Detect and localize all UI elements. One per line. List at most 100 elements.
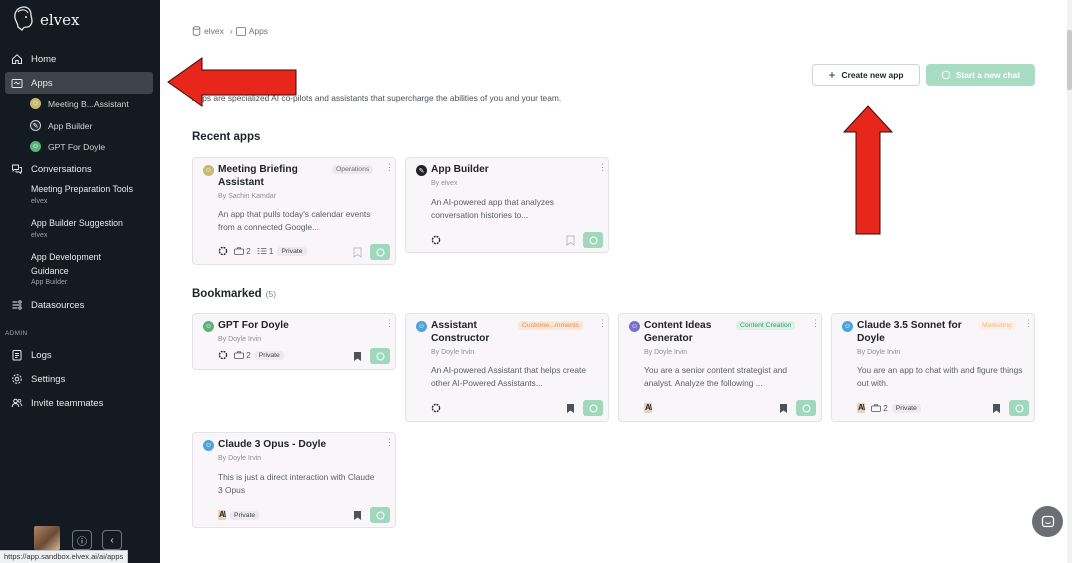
more-options-icon[interactable]: ⋮ [598,163,607,172]
chat-with-app-button[interactable] [583,400,603,416]
breadcrumb-root[interactable]: elvex [204,26,224,36]
create-new-app-label: Create new app [841,70,904,80]
conversation-item[interactable]: App Builder Suggestion elvex [31,217,155,241]
openai-icon [218,350,228,360]
app-card-author: By elvex [431,180,458,187]
more-options-icon[interactable]: ⋮ [811,319,820,328]
nav-datasources[interactable]: Datasources [5,294,153,316]
datasource-count-value: 2 [883,403,888,413]
bookmark-outline-icon[interactable] [566,235,575,246]
chat-bubble-icon [589,404,597,412]
app-card-gpt-for-doyle[interactable]: ☺ GPT For Doyle ⋮ By Doyle Irvin 2 Priva… [192,313,396,370]
more-options-icon[interactable]: ⋮ [598,319,607,328]
user-avatar[interactable] [34,526,60,550]
help-chat-button[interactable] [1032,506,1063,537]
logo-face-icon [14,6,33,31]
datasource-count-value: 2 [246,246,251,256]
collapse-sidebar-button[interactable]: ‹ [102,530,122,550]
openai-icon [218,246,228,256]
app-card-footer: 2 1 Private [218,246,307,256]
nav-conversations[interactable]: Conversations [5,158,153,180]
logs-icon [12,350,22,361]
chat-with-app-button[interactable] [370,507,390,523]
info-button[interactable]: ⓘ [72,530,92,550]
app-category-tag: Custome...mments [518,321,584,330]
conversation-item[interactable]: Meeting Preparation Tools elvex [31,183,155,207]
scrollbar-thumb[interactable] [1067,30,1072,90]
app-card-claude-sonnet[interactable]: ☺ Claude 3.5 Sonnet for Doyle Marketing … [831,313,1035,422]
nav-datasources-label: Datasources [31,299,85,311]
info-icon: ⓘ [77,536,87,548]
nav-logs-label: Logs [31,349,52,361]
plus-icon: + [828,68,836,82]
sidebar-app-app-builder[interactable]: ✎ App Builder [30,120,92,131]
app-card-assistant-constructor[interactable]: ☺ Assistant Constructor Custome...mments… [405,313,609,422]
app-card-author: By Doyle Irvin [644,349,688,356]
chat-bubble-icon [1041,515,1054,527]
anthropic-icon: A\ [218,510,226,520]
bookmark-filled-icon[interactable] [779,403,788,414]
app-card-description: You are a senior content strategist and … [644,365,788,388]
conversation-title: App Development Guidance [31,252,101,276]
app-card-meeting-briefing[interactable]: ☺ Meeting Briefing Assistant Operations … [192,157,396,265]
sidebar-app-meeting-briefing[interactable]: ☺ Meeting B...Assistant [30,98,129,109]
app-card-app-builder[interactable]: ✎ App Builder ⋮ By elvex An AI-powered a… [405,157,609,253]
chat-with-app-button[interactable] [583,232,603,248]
nav-conversations-label: Conversations [31,163,92,175]
bookmark-filled-icon[interactable] [353,351,362,362]
more-options-icon[interactable]: ⋮ [1024,319,1033,328]
briefcase-icon [871,404,881,412]
nav-logs[interactable]: Logs [5,344,153,366]
bookmark-outline-icon[interactable] [353,247,362,258]
breadcrumb: elvex › Apps [192,26,271,36]
bookmark-filled-icon[interactable] [566,403,575,414]
create-new-app-button[interactable]: + Create new app [812,64,920,86]
browser-status-url: https://app.sandbox.elvex.ai/ai/apps [0,550,129,563]
bookmarked-count: (5) [265,289,277,299]
app-category-tag: Content Creation [736,321,796,330]
more-options-icon[interactable]: ⋮ [385,319,394,328]
conversation-source: elvex [31,197,48,205]
chat-with-app-button[interactable] [370,348,390,364]
page-scrollbar[interactable] [1067,0,1072,563]
bookmark-filled-icon[interactable] [992,403,1001,414]
sidebar: elvex Home Apps ☺ Meeting B...Assistant … [0,0,160,563]
app-card-title: Claude 3 Opus - Doyle [218,439,327,450]
datasource-count: 2 [234,247,251,256]
sidebar-app-gpt-doyle[interactable]: ☺ GPT For Doyle [30,141,105,152]
anthropic-icon: A\ [644,403,652,413]
app-builder-icon: ✎ [416,165,427,176]
nav-apps[interactable]: Apps [5,72,153,94]
recent-apps-heading: Recent apps [192,131,260,143]
nav-settings[interactable]: Settings [5,368,153,390]
app-card-author: By Doyle Irvin [431,349,475,356]
app-card-footer: A\ [644,403,652,413]
sidebar-app-label: GPT For Doyle [48,141,106,152]
apps-icon [235,26,246,36]
start-new-chat-button[interactable]: Start a new chat [926,64,1035,86]
app-card-content-ideas[interactable]: ☺ Content Ideas Generator Content Creati… [618,313,822,422]
datasource-count-value: 2 [246,350,251,360]
chat-with-app-button[interactable] [796,400,816,416]
brand-logo[interactable]: elvex [12,6,80,32]
app-bot-icon: ☺ [30,98,41,109]
bookmark-filled-icon[interactable] [353,510,362,521]
app-card-author: By Doyle Irvin [218,336,262,343]
bookmarked-heading: Bookmarked (5) [192,288,276,300]
nav-invite-teammates[interactable]: Invite teammates [5,392,153,414]
list-count-value: 1 [268,246,274,256]
datasources-icon [12,300,22,310]
bookmarked-title: Bookmarked [192,288,262,300]
briefcase-icon [234,247,244,255]
app-bot-icon: ☺ [203,440,214,451]
app-card-claude-opus[interactable]: ☺ Claude 3 Opus - Doyle ⋮ By Doyle Irvin… [192,432,396,528]
app-category-tag: Operations [332,165,374,174]
more-options-icon[interactable]: ⋮ [385,163,394,172]
more-options-icon[interactable]: ⋮ [385,438,394,447]
conversation-item[interactable]: App Development Guidance App Builder [31,251,131,288]
conversation-title: Meeting Preparation Tools [31,184,134,194]
chat-with-app-button[interactable] [370,244,390,260]
nav-home[interactable]: Home [5,48,153,70]
start-new-chat-label: Start a new chat [955,70,1021,80]
chat-with-app-button[interactable] [1009,400,1029,416]
